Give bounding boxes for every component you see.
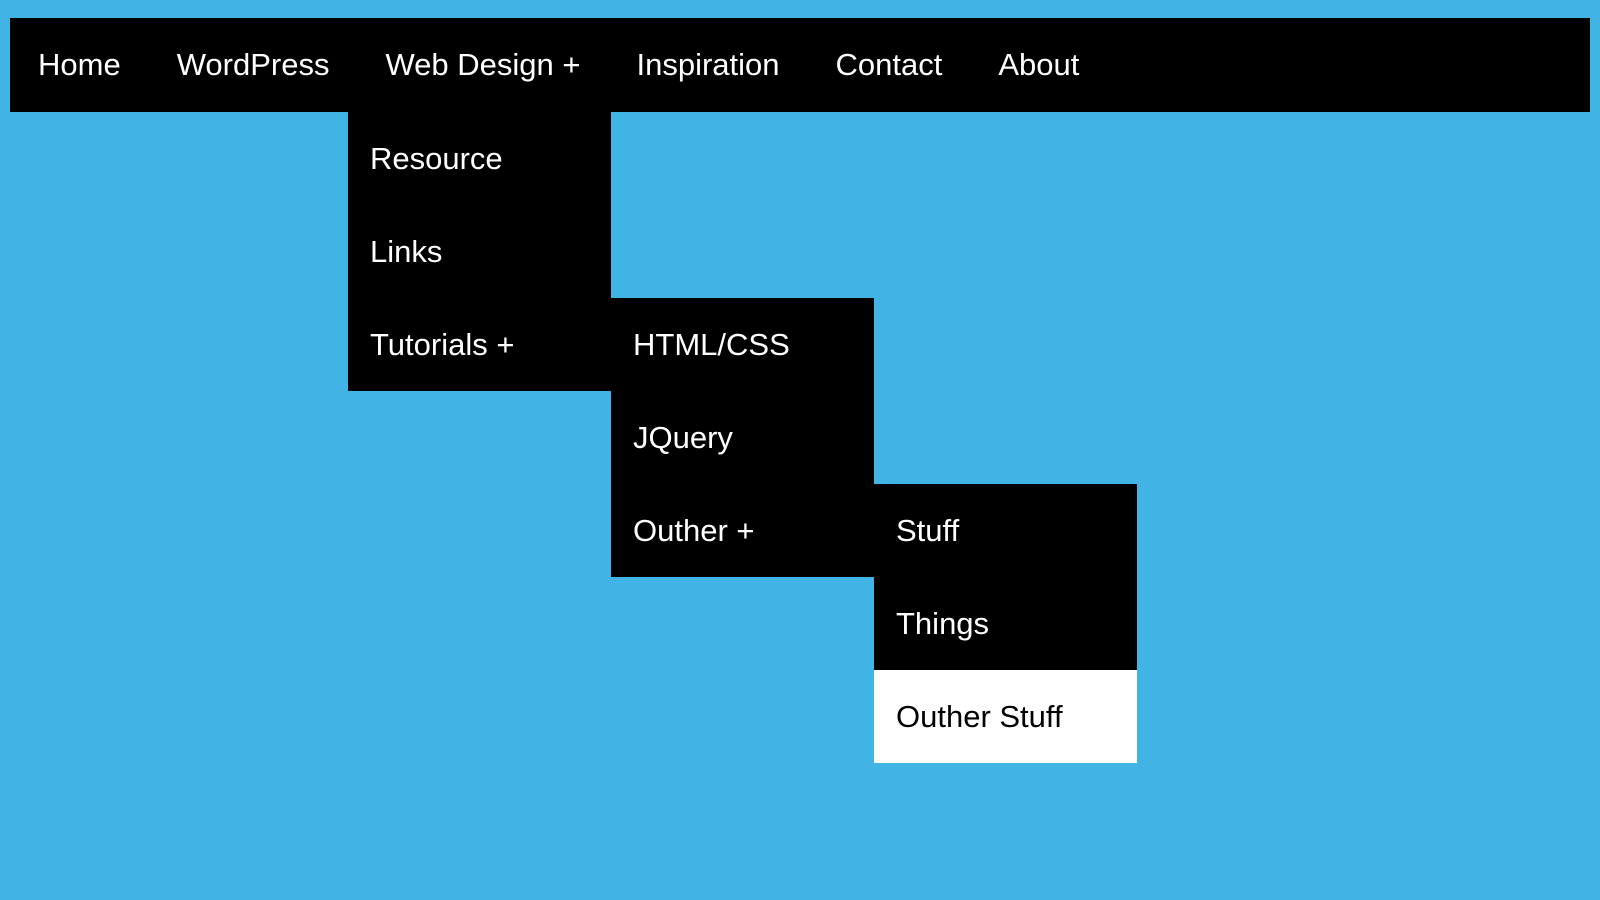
submenu-item-label: Outher Stuff bbox=[896, 699, 1063, 735]
nav-item-label: Home bbox=[38, 47, 121, 83]
nav-item-label: Contact bbox=[836, 47, 943, 83]
nav-item-wordpress[interactable]: WordPress bbox=[149, 18, 358, 112]
submenu-item-jquery[interactable]: JQuery bbox=[611, 391, 874, 484]
submenu-item-label: JQuery bbox=[633, 420, 733, 456]
submenu-item-tutorials[interactable]: Tutorials + bbox=[348, 298, 611, 391]
nav-item-label: About bbox=[998, 47, 1079, 83]
nav-item-contact[interactable]: Contact bbox=[808, 18, 971, 112]
nav-item-label: WordPress bbox=[177, 47, 330, 83]
submenu-item-stuff[interactable]: Stuff bbox=[874, 484, 1137, 577]
submenu-item-label: Outher + bbox=[633, 513, 755, 549]
submenu-item-label: Stuff bbox=[896, 513, 959, 549]
submenu-outher: Stuff Things Outher Stuff bbox=[874, 484, 1137, 763]
submenu-web-design: Resource Links Tutorials + bbox=[348, 112, 611, 391]
submenu-item-label: Resource bbox=[370, 141, 503, 177]
submenu-item-resource[interactable]: Resource bbox=[348, 112, 611, 205]
submenu-item-label: Things bbox=[896, 606, 989, 642]
submenu-item-outher[interactable]: Outher + bbox=[611, 484, 874, 577]
submenu-item-links[interactable]: Links bbox=[348, 205, 611, 298]
nav-item-web-design[interactable]: Web Design + bbox=[357, 18, 608, 112]
nav-item-inspiration[interactable]: Inspiration bbox=[608, 18, 807, 112]
submenu-item-label: HTML/CSS bbox=[633, 327, 790, 363]
nav-item-about[interactable]: About bbox=[970, 18, 1107, 112]
submenu-item-html-css[interactable]: HTML/CSS bbox=[611, 298, 874, 391]
nav-item-label: Web Design + bbox=[385, 47, 580, 83]
nav-item-label: Inspiration bbox=[636, 47, 779, 83]
submenu-item-things[interactable]: Things bbox=[874, 577, 1137, 670]
submenu-item-label: Tutorials + bbox=[370, 327, 514, 363]
main-navbar: Home WordPress Web Design + Inspiration … bbox=[10, 18, 1590, 112]
submenu-item-outher-stuff[interactable]: Outher Stuff bbox=[874, 670, 1137, 763]
nav-item-home[interactable]: Home bbox=[10, 18, 149, 112]
submenu-tutorials: HTML/CSS JQuery Outher + bbox=[611, 298, 874, 577]
submenu-item-label: Links bbox=[370, 234, 442, 270]
